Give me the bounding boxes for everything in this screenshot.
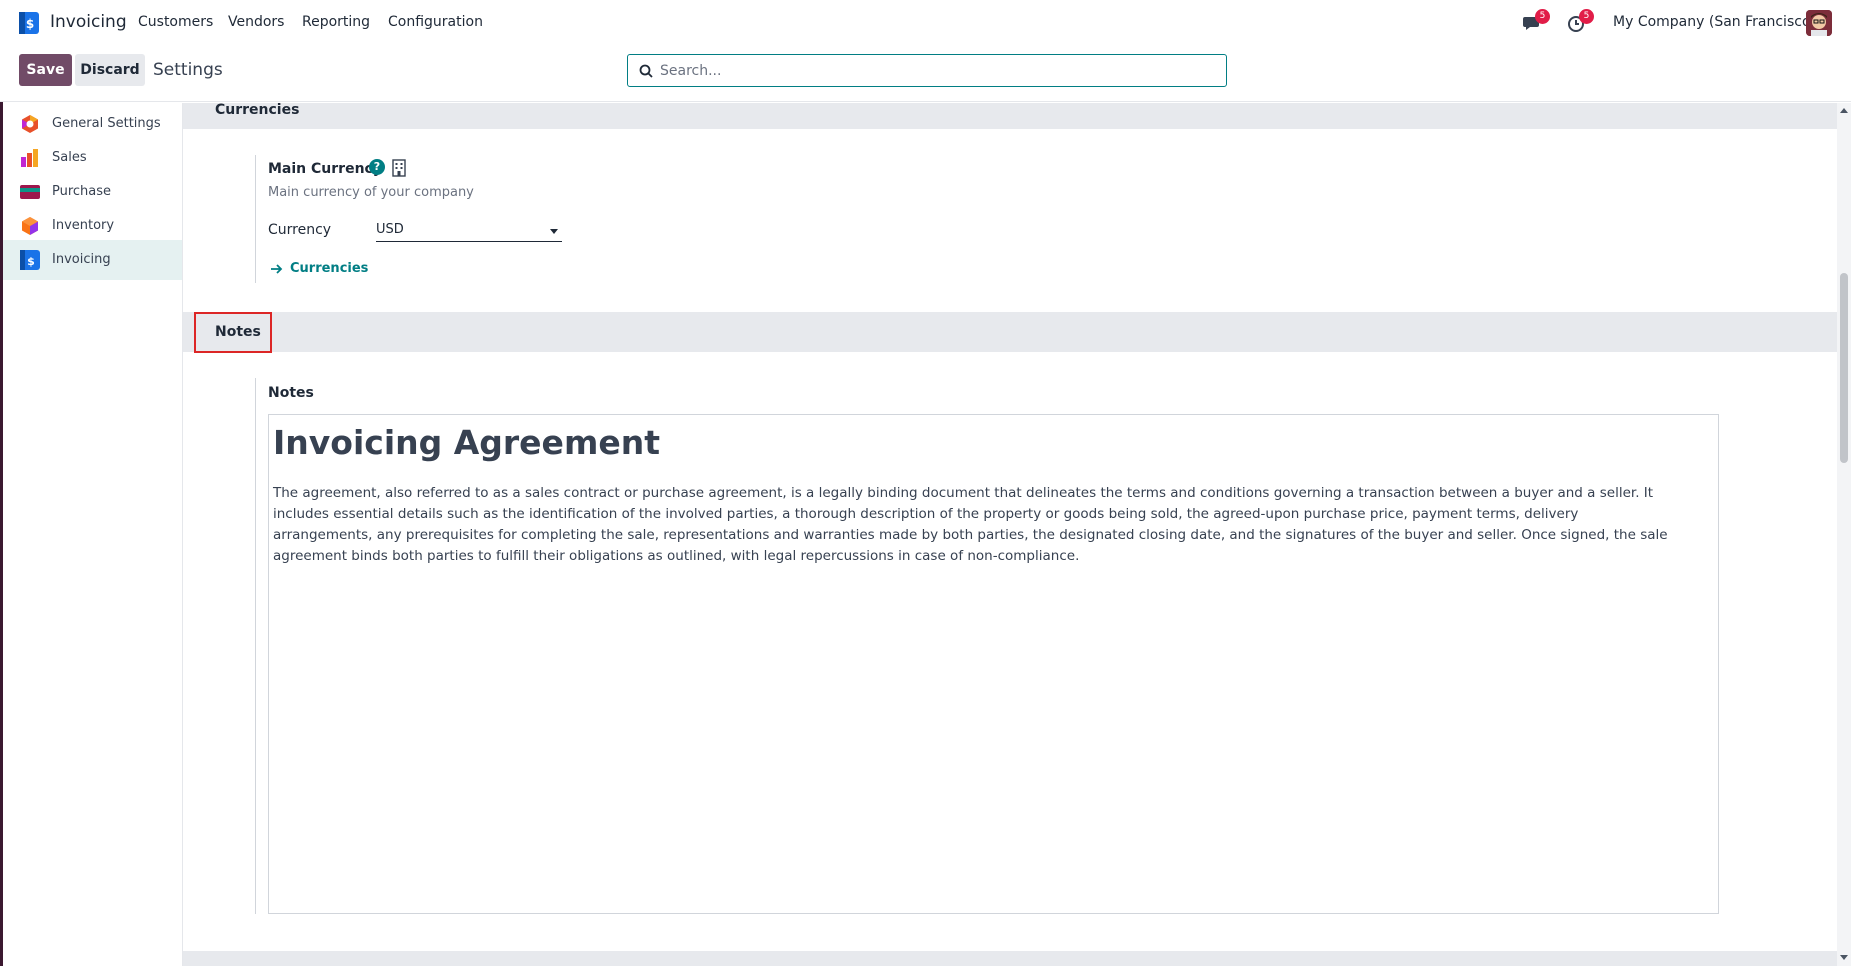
invoicing-icon: $ xyxy=(20,250,40,270)
main-currency-description: Main currency of your company xyxy=(268,185,474,200)
settings-content: Currencies Main Currency ? Main currency… xyxy=(183,103,1837,966)
top-navbar: $ Invoicing Customers Vendors Reporting … xyxy=(0,0,1851,46)
scroll-up-icon[interactable] xyxy=(1840,108,1848,113)
messages-button[interactable]: 5 xyxy=(1522,9,1550,34)
currency-select-value: USD xyxy=(376,222,404,237)
search-icon xyxy=(639,64,653,78)
company-switcher[interactable]: My Company (San Francisco) xyxy=(1613,14,1816,30)
menu-configuration[interactable]: Configuration xyxy=(388,14,483,30)
activities-button[interactable]: 5 xyxy=(1566,9,1594,34)
user-avatar[interactable] xyxy=(1806,10,1832,36)
next-section-header xyxy=(183,951,1837,966)
scroll-down-icon[interactable] xyxy=(1840,955,1848,960)
menu-customers[interactable]: Customers xyxy=(138,14,213,30)
sidebar-item-label: Sales xyxy=(52,150,87,165)
svg-text:$: $ xyxy=(26,17,34,31)
invoicing-app-icon[interactable]: $ xyxy=(19,12,39,34)
notes-heading: Invoicing Agreement xyxy=(273,423,660,462)
menu-vendors[interactable]: Vendors xyxy=(228,14,284,30)
company-building-icon xyxy=(392,159,406,177)
help-icon[interactable]: ? xyxy=(369,159,385,175)
sales-icon xyxy=(21,149,38,167)
general-settings-icon xyxy=(22,115,38,133)
page-title: Settings xyxy=(153,60,223,80)
chevron-down-icon xyxy=(550,229,558,234)
notes-body: The agreement, also referred to as a sal… xyxy=(273,485,1668,564)
sidebar-item-invoicing[interactable]: $ Invoicing xyxy=(3,240,182,280)
search-box[interactable] xyxy=(627,54,1227,87)
control-panel: Save Discard Settings xyxy=(0,46,1851,102)
inventory-icon xyxy=(22,217,38,235)
search-input[interactable] xyxy=(660,59,1210,83)
main-currency-title: Main Currency xyxy=(268,161,382,177)
currency-label: Currency xyxy=(268,222,332,238)
currencies-section-header: Currencies xyxy=(183,103,1837,129)
notes-field-label: Notes xyxy=(268,385,314,401)
sidebar-item-label: Invoicing xyxy=(52,252,111,267)
svg-text:$: $ xyxy=(27,255,35,268)
app-name[interactable]: Invoicing xyxy=(50,12,127,32)
discard-button[interactable]: Discard xyxy=(75,54,145,86)
sidebar-item-label: Inventory xyxy=(52,218,115,233)
currencies-link-label: Currencies xyxy=(290,261,369,276)
section-title-currencies: Currencies xyxy=(215,103,300,118)
notes-highlight-box xyxy=(194,312,272,353)
notes-section-header: Notes xyxy=(183,312,1837,352)
currency-select[interactable]: USD xyxy=(376,219,562,242)
setting-divider xyxy=(255,155,256,283)
arrow-right-icon xyxy=(271,264,283,274)
activities-badge: 5 xyxy=(1579,9,1594,24)
scrollbar-thumb[interactable] xyxy=(1840,273,1848,463)
setting-divider xyxy=(255,378,256,914)
menu-reporting[interactable]: Reporting xyxy=(302,14,370,30)
notes-editor[interactable]: Invoicing Agreement The agreement, also … xyxy=(268,414,1719,914)
avatar-icon xyxy=(1806,10,1832,36)
messages-badge: 5 xyxy=(1535,9,1550,24)
settings-sidebar: General Settings Sales Purchase Inventor… xyxy=(3,103,183,966)
sidebar-item-label: General Settings xyxy=(52,116,161,131)
purchase-icon xyxy=(20,185,40,199)
save-button[interactable]: Save xyxy=(19,54,72,86)
sidebar-item-label: Purchase xyxy=(52,184,112,199)
content-scrollbar[interactable] xyxy=(1837,103,1851,966)
